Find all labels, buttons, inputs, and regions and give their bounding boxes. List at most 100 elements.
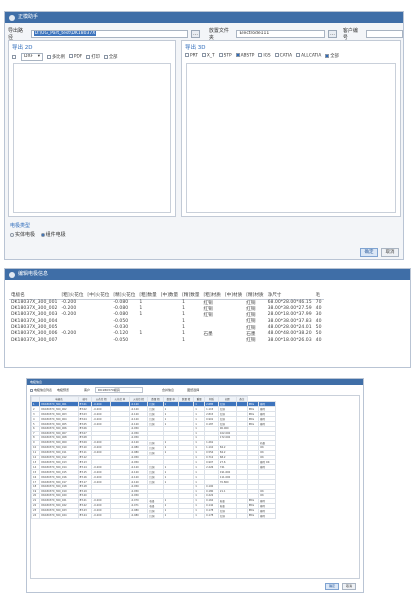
folder-browse-button[interactable]: …: [328, 30, 337, 38]
edit-electrode-titlebar: 编辑电极信息: [5, 269, 410, 280]
export-dialog-titlebar: 正模助手: [5, 12, 403, 23]
table-cell[interactable]: 40: [314, 337, 324, 343]
table-cell[interactable]: DK18037X_300_006: [9, 331, 59, 337]
column-header[interactable]: 电极名: [9, 291, 60, 300]
grid-row[interactable]: 24 DK18037X_300_024 BT-24 -0.200 -0.080 红铜 1 1 0…: [31, 512, 276, 519]
table-cell[interactable]: DK18037X_300_003: [9, 312, 59, 318]
grid-cell[interactable]: [235, 512, 248, 519]
column-header[interactable]: [粗]火花位: [59, 291, 86, 300]
electrode-info-grid[interactable]: 电极名 编号 火花位 粗火花位 中火花位 精数量 粗数量 中数量 精重量 材质 间距 备注…: [30, 395, 360, 579]
export-2d-list[interactable]: [13, 63, 171, 213]
table-cell[interactable]: 1: [180, 337, 201, 343]
grid-cell[interactable]: 0.178: [204, 512, 219, 519]
radio-solid-electrode[interactable]: 实体电极: [10, 232, 35, 238]
table-cell[interactable]: [85, 337, 111, 343]
folder-label: 放置文件夹: [208, 28, 229, 41]
table-cell[interactable]: 48.00*48.00*38.20: [266, 331, 314, 337]
opt-stp[interactable]: STP: [218, 53, 232, 59]
grid-cell[interactable]: 1: [162, 512, 179, 519]
table-cell[interactable]: 38.00*38.00*27.59: [266, 306, 314, 312]
info-ok-button[interactable]: 确定: [325, 583, 339, 590]
electrode-type-group: 电极类型 实体电极 组件电极: [10, 222, 66, 238]
opt-pdf[interactable]: PDF: [68, 54, 82, 60]
column-header[interactable]: [中]火花位: [85, 291, 112, 300]
path-input[interactable]: D:\UG_Part_test\DK18037X: [30, 30, 188, 38]
grid-cell[interactable]: 1: [193, 512, 206, 519]
grid-cell[interactable]: [110, 512, 130, 519]
table-cell[interactable]: [137, 337, 158, 343]
column-header[interactable]: [粗]数量: [137, 291, 159, 300]
path-label: 导出路径: [8, 28, 24, 41]
grid-cell[interactable]: 红铜: [147, 512, 164, 519]
opt-prt[interactable]: PRT: [185, 53, 198, 59]
grid-cell[interactable]: BT-24: [77, 512, 93, 519]
filter-preview-tab[interactable]: 电极预览: [57, 388, 69, 392]
filter-list-tab[interactable]: 电极信息列表: [30, 388, 52, 392]
opt-print[interactable]: 打印: [86, 54, 100, 60]
table-cell[interactable]: 红铜: [244, 337, 265, 343]
customer-label: 客户: [84, 388, 91, 392]
table-cell[interactable]: 48.00*28.00*24.01: [266, 324, 314, 330]
opt-catia[interactable]: CATIA: [274, 53, 292, 59]
column-header[interactable]: 毛: [313, 291, 324, 300]
table-cell[interactable]: 68.00*28.00*46.15: [266, 299, 314, 306]
drawing-select-button[interactable]: 图纸选择: [187, 388, 199, 392]
grid-cell[interactable]: DK18037X_300_024: [39, 512, 79, 519]
table-cell[interactable]: [201, 337, 222, 343]
electrode-table: 电极名 [粗]火花位 [中]火花位 [精]火花位 [粗]数量 [中]数量 [精]数量 [粗]材…: [9, 291, 324, 343]
path-browse-button[interactable]: …: [191, 30, 200, 38]
info-cancel-button[interactable]: 取消: [342, 583, 356, 590]
column-header[interactable]: [精]材质: [244, 291, 266, 300]
opt-all-3d[interactable]: 全部: [325, 53, 339, 59]
export-2d-enable-checkbox[interactable]: [12, 55, 16, 59]
grid-cell[interactable]: [177, 512, 195, 519]
radio-assembly-electrode[interactable]: 组件电极: [40, 232, 66, 238]
table-cell[interactable]: [59, 337, 85, 343]
export-3d-panel: 导出 3D PRT X_T STP ABSTP IGS CATIA ALLCAT…: [181, 40, 401, 217]
grid-cell[interactable]: -0.080: [128, 512, 149, 519]
table-cell[interactable]: DK18037X_300_002: [9, 306, 59, 312]
ok-button[interactable]: 确定: [360, 248, 378, 257]
table-cell[interactable]: -0.050: [111, 337, 137, 343]
cancel-button[interactable]: 取消: [381, 248, 399, 257]
electrode-info-dialog: 电极信息 电极信息列表 电极预览 客户 DK18037X模具 合并信息 图纸选择…: [26, 378, 364, 593]
export-2d-title: 导出 2D: [12, 45, 33, 51]
grid-cell[interactable]: 红铜: [217, 512, 237, 519]
column-header[interactable]: [中]材质: [222, 291, 245, 300]
opt-all-2d[interactable]: 全部: [103, 54, 117, 60]
grid-cell[interactable]: 移除: [258, 512, 276, 519]
column-header[interactable]: [中]数量: [158, 291, 181, 300]
table-cell[interactable]: DK18037X_300_005: [9, 324, 59, 330]
opt-xt[interactable]: X_T: [201, 53, 215, 59]
format-value: DXF: [24, 54, 34, 59]
customer-select[interactable]: DK18037X模具: [95, 387, 144, 393]
electrode-info-toolbar: 电极信息列表 电极预览 客户 DK18037X模具 合并信息 图纸选择: [30, 387, 360, 393]
column-header[interactable]: 净尺寸: [265, 291, 314, 300]
table-cell[interactable]: DK18037X_300_001: [9, 299, 59, 306]
column-header[interactable]: [精]数量: [180, 291, 202, 300]
opt-allcatia[interactable]: ALLCATIA: [296, 53, 321, 59]
opt-igs[interactable]: IGS: [258, 53, 271, 59]
table-cell[interactable]: 28.00*18.00*37.99: [266, 312, 314, 318]
format-select[interactable]: DXF ▾: [21, 53, 43, 61]
electrode-info-title: 电极信息: [30, 380, 43, 384]
table-cell[interactable]: [159, 337, 180, 343]
table-cell[interactable]: 38.00*38.00*37.83: [266, 318, 314, 324]
column-header[interactable]: [粗]材质: [201, 291, 223, 300]
grid-cell[interactable]: -0.200: [91, 512, 112, 519]
opt-abstp[interactable]: ABSTP: [235, 53, 254, 59]
export-3d-list[interactable]: [186, 63, 396, 213]
table-cell[interactable]: DK18037X_300_004: [9, 318, 59, 324]
table-cell[interactable]: 38.00*18.00*26.03: [266, 337, 314, 343]
client-input[interactable]: [365, 30, 403, 38]
edit-electrode-dialog: 编辑电极信息 电极名 [粗]火花位 [中]火花位 [精]火花位 [粗]数量 [中]数量 [精…: [4, 268, 411, 368]
grid-cell[interactable]: 24: [31, 512, 41, 519]
grid-cell[interactable]: PDG: [246, 512, 260, 519]
table-cell[interactable]: [223, 337, 244, 343]
merge-info-button[interactable]: 合并信息: [162, 388, 174, 392]
column-header[interactable]: [精]火花位: [111, 291, 138, 300]
table-cell[interactable]: DK18037X_300_007: [9, 337, 59, 343]
folder-input[interactable]: Electrode111: [236, 30, 325, 38]
opt-multi-scale[interactable]: 多比例: [47, 54, 65, 60]
table-row[interactable]: DK18037X_300_007 -0.050 1 红铜 38.00*18.00*26.…: [9, 337, 324, 344]
